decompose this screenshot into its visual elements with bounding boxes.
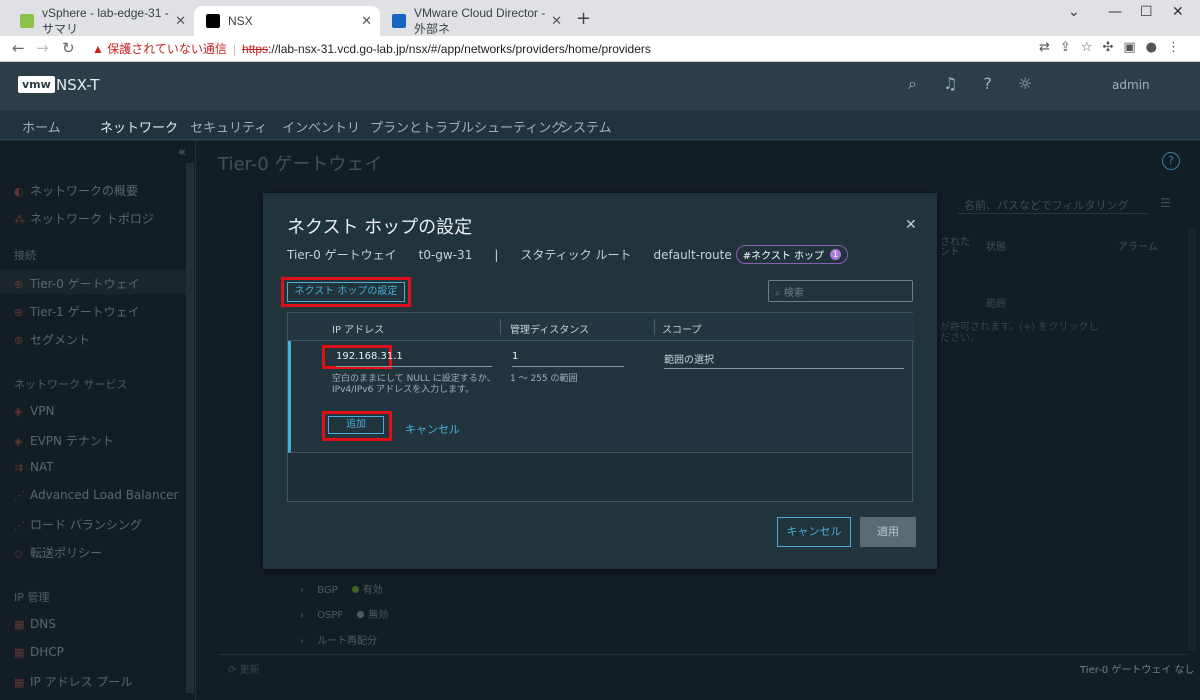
- cancel-button[interactable]: キャンセル: [777, 517, 851, 547]
- breadcrumb: Tier-0 ゲートウェイ t0-gw-31 | スタティック ルート defa…: [287, 245, 849, 264]
- tab-inventory[interactable]: インベントリ: [282, 117, 360, 136]
- security-warning-text: 保護されていない通信: [107, 42, 227, 56]
- search-input[interactable]: ⌕ 検索: [768, 280, 913, 302]
- table-header: IP アドレス 管理ディスタンス スコープ: [288, 313, 914, 341]
- minimize-icon[interactable]: —: [1108, 4, 1122, 20]
- route-name: default-route: [653, 247, 732, 262]
- gateway-type: Tier-0 ゲートウェイ: [287, 248, 397, 262]
- column-divider: [500, 319, 501, 335]
- tab-network[interactable]: ネットワーク: [100, 117, 179, 143]
- next-hop-badge: #ネクスト ホップ 1: [735, 245, 849, 264]
- table-row: 192.168.31.1 空白のままにして NULL に設定するか、IPv4/I…: [288, 341, 912, 453]
- column-divider: [654, 319, 655, 335]
- col-scope-header: スコープ: [662, 325, 702, 336]
- vmw-logo: vmw: [18, 76, 55, 93]
- url-text: ://lab-nsx-31.vcd.go-lab.jp/nsx/#/app/ne…: [268, 42, 651, 56]
- ip-address-field[interactable]: 192.168.31.1: [336, 351, 492, 367]
- admin-distance-field[interactable]: 1: [512, 351, 624, 367]
- next-hop-modal: ネクスト ホップの設定 ✕ Tier-0 ゲートウェイ t0-gw-31 | ス…: [263, 193, 937, 569]
- next-hop-table: IP アドレス 管理ディスタンス スコープ 192.168.31.1 空白のまま…: [287, 312, 914, 502]
- gateway-name: t0-gw-31: [418, 247, 473, 262]
- url-scheme: https: [242, 42, 269, 56]
- scope-select[interactable]: 範囲の選択: [664, 351, 904, 369]
- new-tab-icon[interactable]: +: [576, 8, 591, 29]
- warning-icon: ▲: [92, 42, 104, 56]
- close-icon[interactable]: ✕: [905, 217, 917, 233]
- browser-toolbar-icons[interactable]: ⇄⇪☆✣▣●⋮: [1039, 40, 1190, 55]
- route-type: スタティック ルート: [520, 248, 632, 262]
- forward-icon[interactable]: →: [36, 39, 49, 57]
- tab-system[interactable]: システム: [560, 117, 612, 136]
- search-icon[interactable]: ⌕: [908, 74, 943, 93]
- close-tab-icon[interactable]: ✕: [175, 13, 186, 29]
- row-cancel-link[interactable]: キャンセル: [405, 421, 460, 437]
- close-tab-icon[interactable]: ✕: [361, 13, 372, 29]
- theme-icon[interactable]: ☼: [1018, 74, 1058, 93]
- set-next-hop-button[interactable]: ネクスト ホップの設定: [287, 282, 405, 302]
- address-bar: ← → ↻ ▲ 保護されていない通信 | https://lab-nsx-31.vc…: [0, 36, 1200, 62]
- maximize-icon[interactable]: ☐: [1140, 4, 1153, 20]
- browser-tab-vcd[interactable]: VMware Cloud Director - 外部ネ ✕: [380, 6, 570, 36]
- vcd-favicon-icon: [392, 14, 406, 28]
- add-button[interactable]: 追加: [328, 416, 384, 434]
- tab-security[interactable]: セキュリティ: [190, 117, 267, 136]
- search-icon: ⌕: [775, 288, 781, 299]
- main-nav: ホーム ネットワーク セキュリティ インベントリ プランとトラブルシューティング…: [0, 110, 1200, 143]
- badge-count: 1: [830, 249, 842, 260]
- modal-title: ネクスト ホップの設定: [287, 217, 473, 238]
- browser-tab-vsphere[interactable]: vSphere - lab-edge-31 - サマリ ✕: [8, 6, 194, 36]
- tab-search-chevron-icon[interactable]: ⌄: [1068, 4, 1080, 20]
- browser-tab-title: vSphere - lab-edge-31 - サマリ: [42, 5, 169, 36]
- ip-hint: 空白のままにして NULL に設定するか、IPv4/IPv6 アドレスを入力しま…: [332, 374, 496, 395]
- product-name: NSX-T: [56, 76, 100, 94]
- app-header: vmw NSX-T ⌕♫?☼ admin: [0, 62, 1200, 110]
- back-icon[interactable]: ←: [12, 39, 25, 57]
- close-tab-icon[interactable]: ✕: [551, 13, 562, 29]
- reload-icon[interactable]: ↻: [62, 39, 75, 57]
- help-icon[interactable]: ?: [983, 74, 1018, 93]
- bell-icon[interactable]: ♫: [943, 74, 983, 93]
- tab-plan-troubleshoot[interactable]: プランとトラブルシューティング: [370, 117, 564, 136]
- browser-tab-title: VMware Cloud Director - 外部ネ: [414, 5, 546, 36]
- nsx-favicon-icon: [206, 14, 220, 28]
- browser-tab-title: NSX: [228, 14, 253, 28]
- browser-tab-nsx[interactable]: NSX ✕: [194, 6, 380, 36]
- distance-hint: 1 〜 255 の範囲: [510, 374, 578, 384]
- apply-button[interactable]: 適用: [860, 517, 916, 547]
- breadcrumb-separator: |: [494, 247, 499, 262]
- vsphere-favicon-icon: [20, 14, 34, 28]
- browser-tab-bar: vSphere - lab-edge-31 - サマリ ✕ NSX ✕ VMwa…: [0, 0, 1200, 36]
- url-field[interactable]: ▲ 保護されていない通信 | https://lab-nsx-31.vcd.go-l…: [92, 40, 651, 57]
- tab-home[interactable]: ホーム: [22, 117, 61, 136]
- col-ip-header: IP アドレス: [332, 325, 385, 336]
- close-window-icon[interactable]: ✕: [1172, 4, 1184, 20]
- col-distance-header: 管理ディスタンス: [510, 325, 590, 336]
- user-menu[interactable]: admin: [1112, 78, 1150, 92]
- header-icons[interactable]: ⌕♫?☼: [908, 74, 1058, 94]
